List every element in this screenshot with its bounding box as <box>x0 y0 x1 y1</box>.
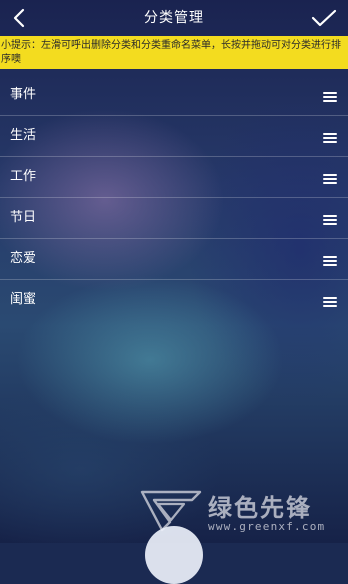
category-row-shenghuo[interactable]: 生活 <box>0 116 348 157</box>
watermark-url: www.greenxf.com <box>208 520 326 533</box>
drag-handle-icon[interactable] <box>323 297 337 307</box>
drag-handle-icon[interactable] <box>323 133 337 143</box>
drag-handle-icon[interactable] <box>323 256 337 266</box>
confirm-button[interactable] <box>308 4 340 32</box>
drag-handle-icon[interactable] <box>323 174 337 184</box>
category-list: 事件 生活 工作 节日 恋爱 闺蜜 <box>0 75 348 321</box>
category-row-shijian[interactable]: 事件 <box>0 75 348 116</box>
top-bar: 分类管理 <box>0 0 348 36</box>
category-label: 恋爱 <box>10 251 37 266</box>
category-label: 闺蜜 <box>10 292 37 307</box>
category-row-gongzuo[interactable]: 工作 <box>0 157 348 198</box>
category-row-jieri[interactable]: 节日 <box>0 198 348 239</box>
drag-handle-icon[interactable] <box>323 92 337 102</box>
category-row-guimi[interactable]: 闺蜜 <box>0 280 348 321</box>
category-label: 事件 <box>10 87 37 102</box>
category-row-lianai[interactable]: 恋爱 <box>0 239 348 280</box>
checkmark-icon <box>311 9 337 27</box>
category-label: 生活 <box>10 128 37 143</box>
watermark-brand: 绿色先锋 <box>208 494 312 522</box>
page-title: 分类管理 <box>144 10 204 26</box>
drag-handle-icon[interactable] <box>323 215 337 225</box>
tip-banner: 小提示：左滑可呼出删除分类和分类重命名菜单，长按并拖动可对分类进行排序噢 <box>0 36 348 69</box>
category-label: 节日 <box>10 210 37 225</box>
category-label: 工作 <box>10 169 37 184</box>
floating-action-button[interactable] <box>145 526 203 584</box>
